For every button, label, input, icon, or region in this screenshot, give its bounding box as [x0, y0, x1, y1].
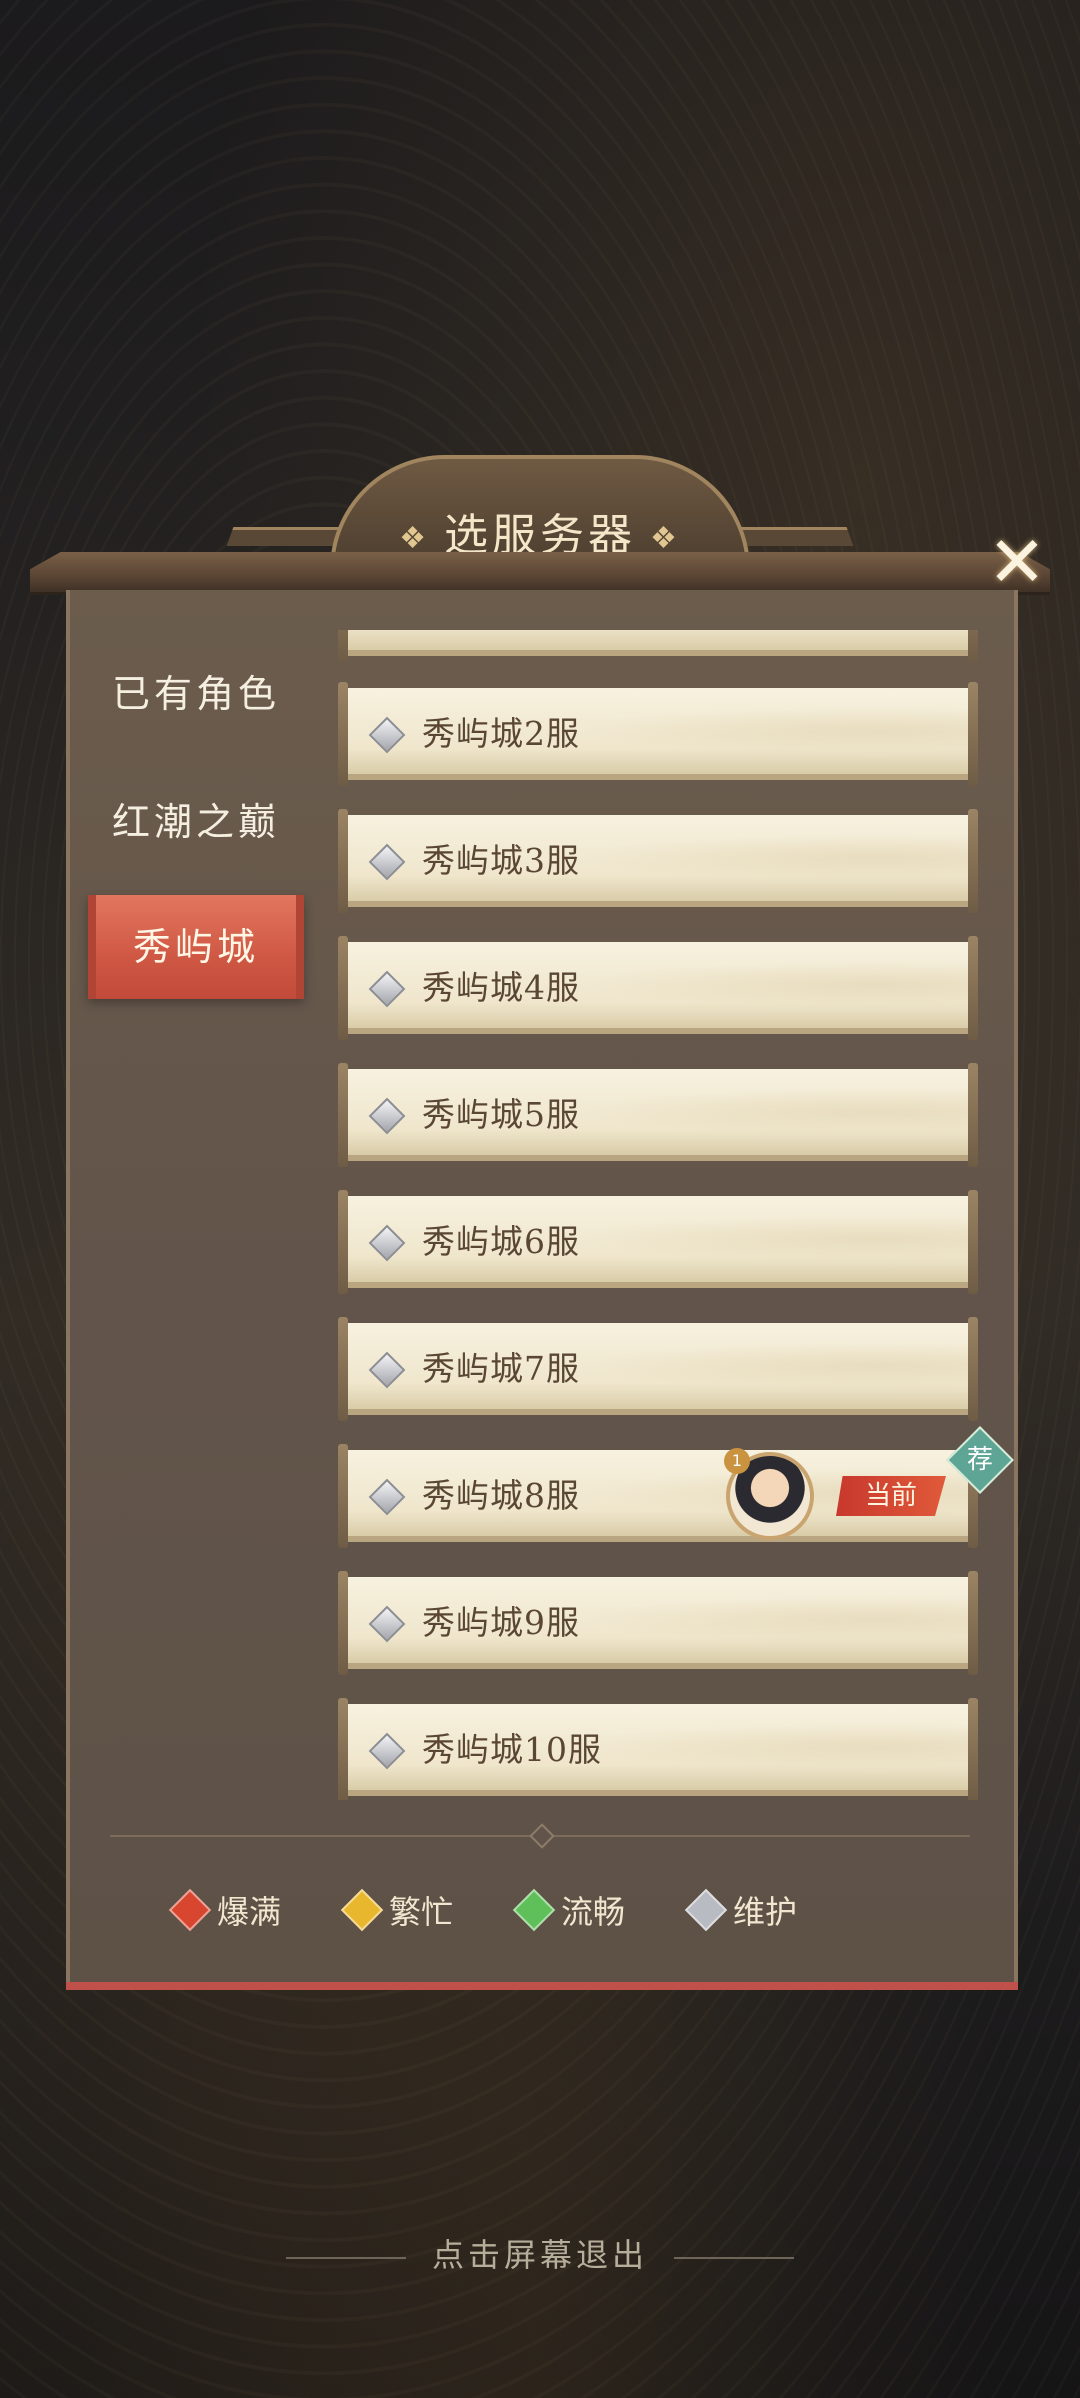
exit-hint[interactable]: 点击屏幕退出: [0, 2230, 1080, 2276]
legend-item-smooth: 流畅: [512, 1880, 626, 1940]
divider-line: [674, 2256, 794, 2259]
scroll-rod: [338, 1444, 348, 1548]
legend-label: 繁忙: [389, 1893, 454, 1931]
current-server-tag: 当前: [836, 1476, 946, 1516]
server-name: 秀屿城5服: [422, 1095, 580, 1134]
server-row[interactable]: 秀屿城4服: [338, 936, 978, 1040]
server-row[interactable]: 秀屿城5服: [338, 1063, 978, 1167]
scroll-rod: [338, 630, 348, 662]
legend-label: 维护: [733, 1893, 798, 1931]
server-name: 秀屿城7服: [422, 1349, 580, 1388]
exit-hint-label: 点击屏幕退出: [431, 2236, 648, 2274]
status-legend: 爆满 繁忙 流畅 维护: [168, 1880, 798, 1940]
server-row[interactable]: 秀屿城9服: [338, 1571, 978, 1675]
server-name: 秀屿城9服: [422, 1603, 580, 1642]
scroll-rod: [338, 1063, 348, 1167]
close-icon: ✕: [987, 521, 1047, 603]
diamond-full-icon: [168, 1888, 212, 1932]
server-list[interactable]: 秀屿城2服 秀屿城3服 秀屿城4服 秀屿城5服 秀屿城6服 秀屿城7服 秀屿城8…: [338, 630, 978, 1800]
legend-item-full: 爆满: [168, 1880, 282, 1940]
scroll-rod: [338, 809, 348, 913]
ornament-icon: ❖: [650, 521, 681, 556]
legend-label: 流畅: [561, 1893, 626, 1931]
recommend-label: 荐: [966, 1445, 993, 1475]
panel-top-beam: [30, 552, 1050, 595]
server-name: 秀屿城3服: [422, 841, 580, 880]
ornament-icon: ❖: [399, 521, 430, 556]
scroll-rod: [338, 1571, 348, 1675]
scroll-rod: [338, 1698, 348, 1800]
scroll-card: [346, 630, 970, 656]
diamond-maintenance-icon: [684, 1888, 728, 1932]
server-name: 秀屿城6服: [422, 1222, 580, 1261]
sidebar-item-xiuyu-city[interactable]: 秀屿城: [88, 895, 304, 999]
legend-label: 爆满: [217, 1893, 282, 1931]
scroll-rod: [968, 936, 978, 1040]
close-button[interactable]: ✕: [985, 521, 1049, 603]
sidebar-item-label: 已有角色: [111, 672, 280, 716]
divider-line: [285, 2256, 406, 2259]
scroll-rod: [338, 1317, 348, 1421]
scroll-rod: [968, 1190, 978, 1294]
sidebar-item-label: 秀屿城: [132, 925, 259, 969]
sidebar-item-label: 红潮之巅: [111, 800, 280, 844]
scroll-rod: [968, 1698, 978, 1800]
legend-item-maintenance: 维护: [684, 1880, 798, 1940]
server-name: 秀屿城10服: [422, 1730, 602, 1769]
scroll-rod: [968, 1571, 978, 1675]
server-name: 秀屿城8服: [422, 1476, 580, 1515]
server-row[interactable]: 秀屿城7服: [338, 1317, 978, 1421]
level-badge: 1: [724, 1448, 750, 1474]
server-row-current[interactable]: 秀屿城8服 1 当前: [338, 1444, 978, 1548]
scroll-rod: [968, 682, 978, 786]
legend-item-busy: 繁忙: [340, 1880, 454, 1940]
server-row[interactable]: 秀屿城6服: [338, 1190, 978, 1294]
server-row[interactable]: 秀屿城10服: [338, 1698, 978, 1800]
scroll-rod: [968, 1063, 978, 1167]
scroll-rod: [338, 682, 348, 786]
diamond-smooth-icon: [512, 1888, 556, 1932]
scroll-rod: [338, 936, 348, 1040]
scroll-rod: [338, 1190, 348, 1294]
sidebar-item-red-tide-peak[interactable]: 红潮之巅: [88, 770, 304, 874]
server-row[interactable]: 秀屿城2服: [338, 682, 978, 786]
server-name: 秀屿城2服: [422, 714, 580, 753]
server-name: 秀屿城4服: [422, 968, 580, 1007]
scroll-rod: [968, 809, 978, 913]
sidebar-item-owned-roles[interactable]: 已有角色: [88, 642, 304, 746]
panel-bottom-border: [66, 1982, 1018, 1990]
server-row[interactable]: 秀屿城3服: [338, 809, 978, 913]
diamond-busy-icon: [340, 1888, 384, 1932]
scroll-rod: [968, 630, 978, 662]
scroll-rod: [968, 1317, 978, 1421]
server-row[interactable]: [338, 630, 978, 662]
